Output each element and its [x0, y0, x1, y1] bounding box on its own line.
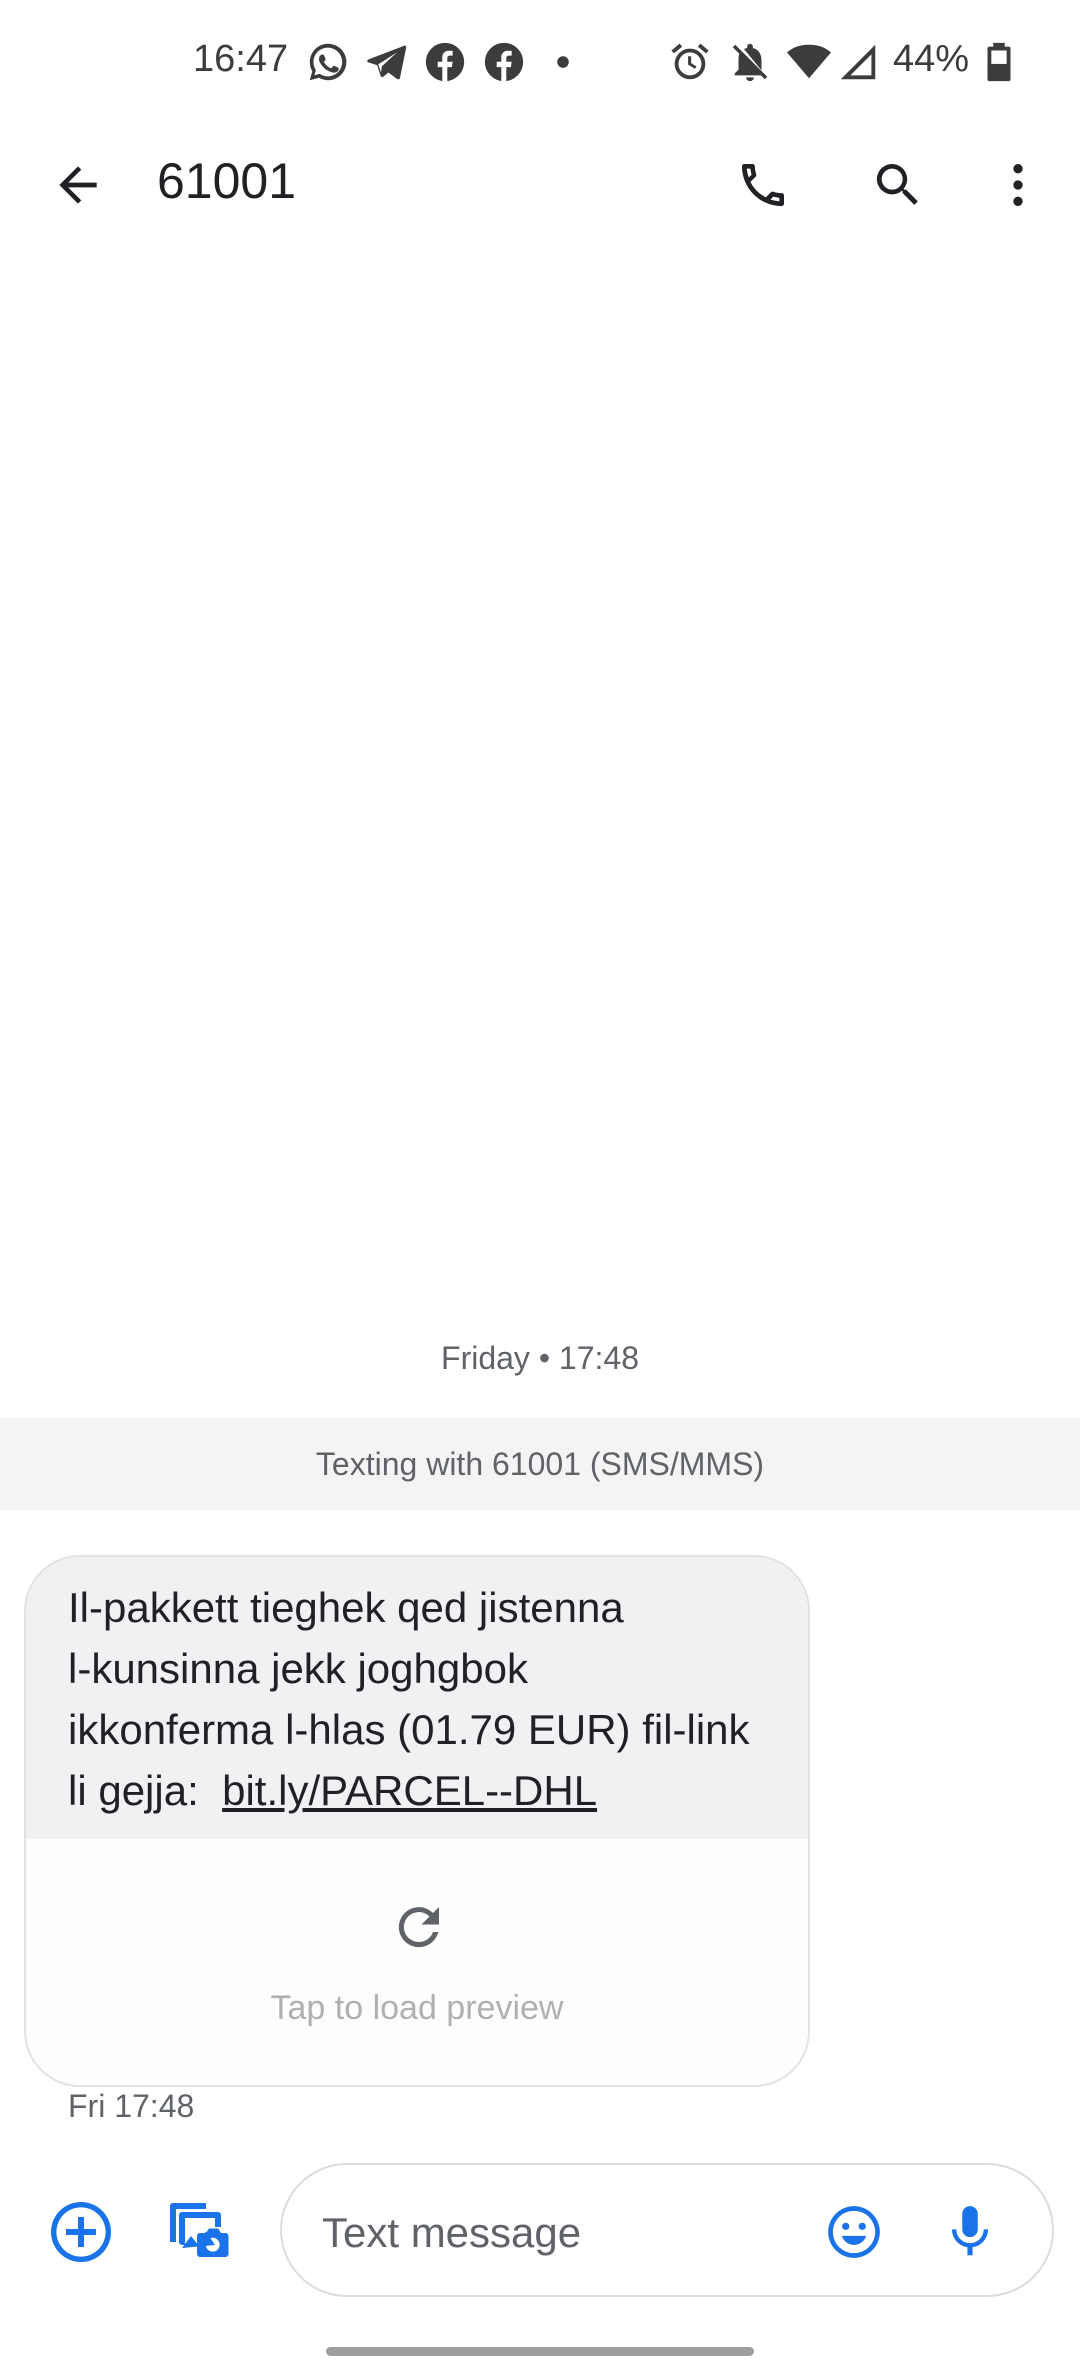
- message-line: li gejja: bit.ly/PARCEL--DHL: [68, 1767, 598, 1814]
- conversation-title: 61001: [157, 153, 297, 209]
- message-link[interactable]: bit.ly/PARCEL--DHL: [222, 1767, 597, 1814]
- home-indicator[interactable]: [326, 2347, 754, 2356]
- message-text: Il-pakkett tieghek qed jistenna l-kunsin…: [26, 1557, 808, 1839]
- message-timestamp: Fri 17:48: [68, 2088, 195, 2124]
- battery-icon: [975, 38, 1023, 86]
- facebook-icon: [480, 38, 528, 86]
- back-arrow-icon[interactable]: [36, 143, 120, 227]
- text-message-input[interactable]: Text message: [280, 2163, 1054, 2297]
- emoji-icon[interactable]: [820, 2198, 888, 2266]
- text-message-placeholder: Text message: [322, 2209, 582, 2256]
- search-icon[interactable]: [856, 143, 940, 227]
- status-time: 16:47: [193, 38, 289, 80]
- add-icon[interactable]: [41, 2192, 121, 2272]
- date-separator: Friday • 17:48: [441, 1340, 639, 1376]
- gallery-camera-icon[interactable]: [157, 2190, 237, 2270]
- message-line: ikkonferma l-hlas (01.79 EUR) fil-link: [68, 1706, 750, 1753]
- mic-icon[interactable]: [936, 2198, 1004, 2266]
- whatsapp-icon: [304, 38, 352, 86]
- signal-icon: [834, 38, 882, 86]
- message-bubble[interactable]: Il-pakkett tieghek qed jistenna l-kunsin…: [24, 1555, 810, 2087]
- dot-icon: [539, 38, 587, 86]
- preview-label: Tap to load preview: [270, 1989, 564, 2027]
- status-bar: 16:47 44%: [0, 0, 1080, 125]
- message-line: l-kunsinna jekk joghgbok: [68, 1645, 528, 1692]
- facebook-icon: [421, 38, 469, 86]
- notifications-off-icon: [726, 38, 774, 86]
- texting-with-banner: Texting with 61001 (SMS/MMS): [0, 1418, 1080, 1510]
- more-vert-icon[interactable]: [976, 143, 1060, 227]
- texting-with-label: Texting with 61001 (SMS/MMS): [315, 1445, 765, 1482]
- message-line: Il-pakkett tieghek qed jistenna: [68, 1584, 624, 1631]
- link-preview[interactable]: Tap to load preview: [26, 1839, 808, 2085]
- alarm-icon: [666, 38, 714, 86]
- battery-percent: 44%: [893, 38, 970, 80]
- phone-icon[interactable]: [721, 143, 805, 227]
- telegram-icon: [362, 38, 410, 86]
- refresh-icon: [398, 1907, 439, 1948]
- wifi-icon: [785, 38, 833, 86]
